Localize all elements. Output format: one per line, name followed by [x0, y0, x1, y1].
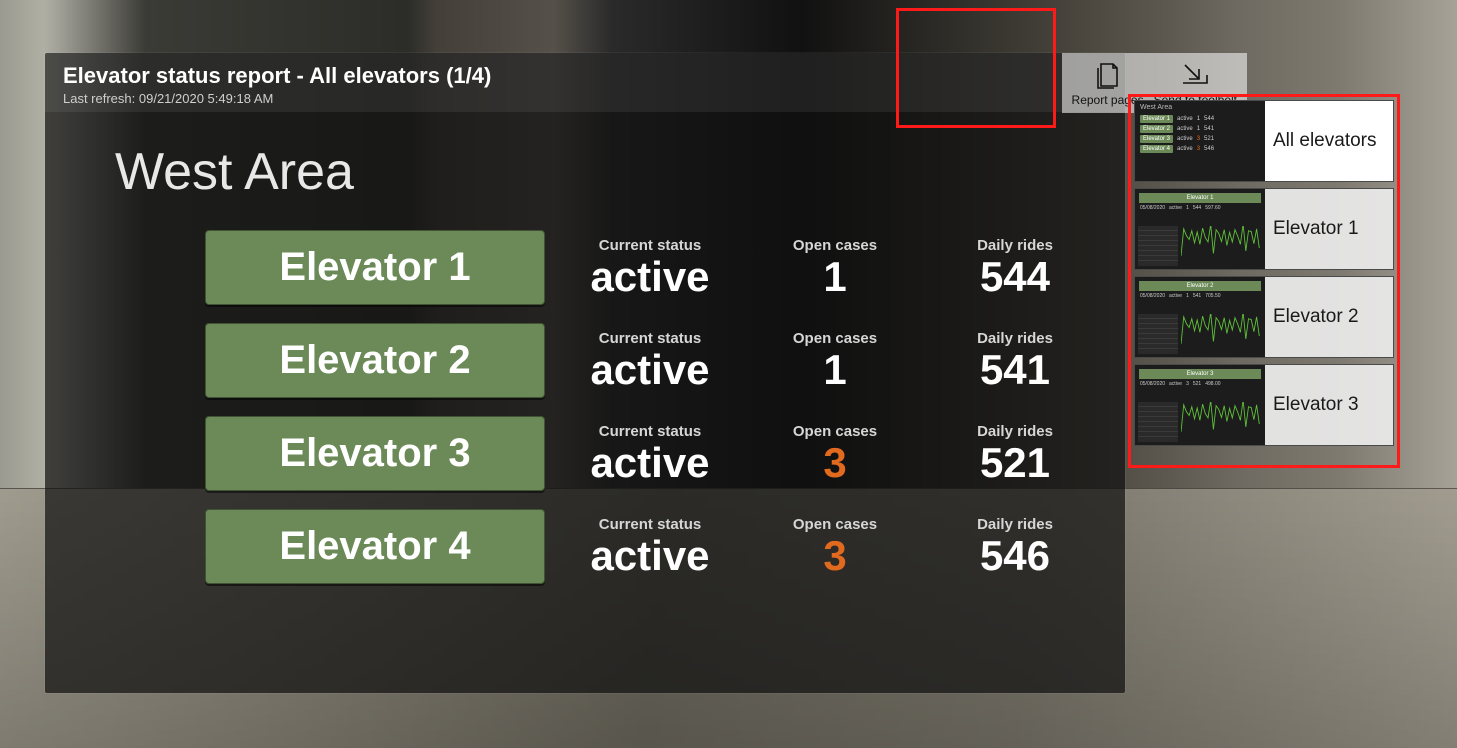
metric-status: Current status active	[565, 423, 735, 484]
metric-status: Current status active	[565, 330, 735, 391]
status-value: active	[565, 256, 735, 298]
thumb-label: All elevators	[1265, 101, 1393, 181]
report-pages-button[interactable]: Report pages	[1072, 59, 1144, 107]
metric-daily-rides: Daily rides 521	[935, 423, 1095, 484]
metric-label: Current status	[565, 423, 735, 440]
metric-label: Daily rides	[935, 423, 1095, 440]
metric-label: Current status	[565, 516, 735, 533]
elevator-row: Elevator 4 Current status active Open ca…	[205, 509, 1065, 584]
panel-title: Elevator status report - All elevators (…	[63, 63, 1107, 89]
elevator-button[interactable]: Elevator 1	[205, 230, 545, 305]
metric-daily-rides: Daily rides 544	[935, 237, 1095, 298]
daily-rides-value: 541	[935, 349, 1095, 391]
elevator-rows: Elevator 1 Current status active Open ca…	[45, 230, 1125, 584]
thumb-item[interactable]: West AreaElevator 1active1544Elevator 2a…	[1134, 100, 1394, 182]
elevator-button[interactable]: Elevator 2	[205, 323, 545, 398]
open-cases-value: 1	[755, 256, 915, 298]
thumb-preview-chart: Elevator 205/08/2020active1541705.50	[1135, 277, 1265, 357]
metric-label: Daily rides	[935, 516, 1095, 533]
open-cases-value: 3	[755, 535, 915, 577]
open-cases-value: 1	[755, 349, 915, 391]
status-value: active	[565, 349, 735, 391]
metric-label: Open cases	[755, 237, 915, 254]
status-value: active	[565, 442, 735, 484]
metric-label: Open cases	[755, 423, 915, 440]
elevator-button[interactable]: Elevator 3	[205, 416, 545, 491]
elevator-row: Elevator 1 Current status active Open ca…	[205, 230, 1065, 305]
thumb-label: Elevator 2	[1265, 277, 1393, 357]
pages-icon	[1072, 59, 1144, 91]
metric-open-cases: Open cases 1	[755, 237, 915, 298]
metric-status: Current status active	[565, 237, 735, 298]
metric-open-cases: Open cases 3	[755, 516, 915, 577]
panel-header: Elevator status report - All elevators (…	[45, 53, 1125, 112]
metric-open-cases: Open cases 3	[755, 423, 915, 484]
report-pages-flyout: West AreaElevator 1active1544Elevator 2a…	[1134, 100, 1394, 452]
elevator-button[interactable]: Elevator 4	[205, 509, 545, 584]
metric-daily-rides: Daily rides 546	[935, 516, 1095, 577]
daily-rides-value: 521	[935, 442, 1095, 484]
thumb-item[interactable]: Elevator 205/08/2020active1541705.50Elev…	[1134, 276, 1394, 358]
thumb-preview-chart: Elevator 105/08/2020active1544597.60	[1135, 189, 1265, 269]
last-refresh: Last refresh: 09/21/2020 5:49:18 AM	[63, 91, 1107, 106]
metric-status: Current status active	[565, 516, 735, 577]
send-icon	[1154, 59, 1237, 91]
metric-open-cases: Open cases 1	[755, 330, 915, 391]
thumb-label: Elevator 1	[1265, 189, 1393, 269]
metric-daily-rides: Daily rides 541	[935, 330, 1095, 391]
status-value: active	[565, 535, 735, 577]
daily-rides-value: 544	[935, 256, 1095, 298]
thumb-item[interactable]: Elevator 105/08/2020active1544597.60Elev…	[1134, 188, 1394, 270]
thumb-item[interactable]: Elevator 305/08/2020active3521498.00Elev…	[1134, 364, 1394, 446]
daily-rides-value: 546	[935, 535, 1095, 577]
report-pages-label: Report pages	[1072, 93, 1144, 107]
refresh-time: 09/21/2020 5:49:18 AM	[139, 91, 273, 106]
metric-label: Daily rides	[935, 330, 1095, 347]
metric-label: Open cases	[755, 516, 915, 533]
metric-label: Current status	[565, 237, 735, 254]
open-cases-value: 3	[755, 442, 915, 484]
elevator-row: Elevator 2 Current status active Open ca…	[205, 323, 1065, 398]
metric-label: Daily rides	[935, 237, 1095, 254]
refresh-prefix: Last refresh:	[63, 91, 139, 106]
metric-label: Current status	[565, 330, 735, 347]
elevator-row: Elevator 3 Current status active Open ca…	[205, 416, 1065, 491]
thumb-preview-summary: West AreaElevator 1active1544Elevator 2a…	[1135, 101, 1265, 181]
report-panel: Elevator status report - All elevators (…	[45, 53, 1125, 693]
metric-label: Open cases	[755, 330, 915, 347]
thumb-preview-chart: Elevator 305/08/2020active3521498.00	[1135, 365, 1265, 445]
area-title: West Area	[45, 112, 1125, 212]
thumb-label: Elevator 3	[1265, 365, 1393, 445]
